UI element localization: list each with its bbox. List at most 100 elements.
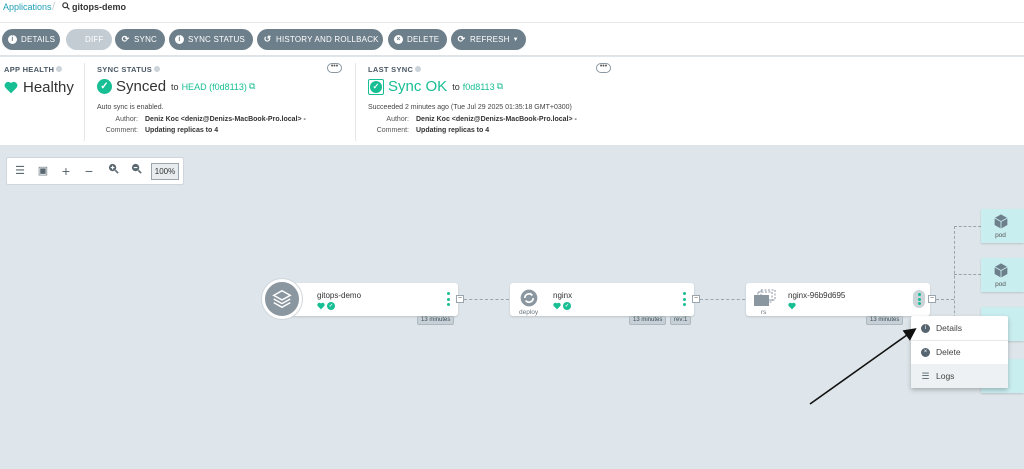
breadcrumb-current: gitops-demo: [62, 2, 126, 12]
app-health-title: APP HEALTH: [4, 65, 63, 74]
diff-button[interactable]: ▤ DIFF: [66, 29, 112, 50]
delete-icon: ×: [921, 347, 930, 357]
menu-item-details[interactable]: i Details: [911, 316, 1008, 340]
collapse-icon[interactable]: −: [81, 163, 97, 179]
status-panels: APP HEALTH Healthy SYNC STATUS ••• ✓ Syn…: [0, 57, 1024, 146]
check-icon: ✓: [563, 302, 571, 310]
graph-edge: [700, 299, 745, 300]
comment-value: Updating replicas to 4: [416, 127, 490, 134]
cube-icon: [994, 214, 1008, 229]
top-bar: Applications / gitops-demo: [0, 0, 1024, 23]
breadcrumb-applications-link[interactable]: Applications: [3, 2, 52, 12]
deploy-node-menu-button[interactable]: [681, 292, 687, 306]
age-badge: 13 minutes: [417, 316, 455, 325]
rs-node-collapse-toggle[interactable]: −: [928, 295, 936, 303]
replicaset-icon: [754, 289, 776, 306]
menu-item-delete[interactable]: × Delete: [911, 340, 1008, 364]
refresh-button[interactable]: ⟳ REFRESH ▼: [451, 29, 526, 50]
sync-status-more-button[interactable]: •••: [327, 63, 342, 73]
expand-icon[interactable]: +: [58, 163, 74, 179]
deploy-node-collapse-toggle[interactable]: −: [692, 295, 700, 303]
sync-icon: [520, 289, 538, 307]
app-toolbar: i DETAILS ▤ DIFF ⟳ SYNC i SYNC STATUS ↺ HISTO…: [0, 23, 1024, 56]
graph-edge: [954, 274, 981, 275]
last-sync-revision-link[interactable]: f0d8113: [463, 82, 495, 92]
info-icon: i: [8, 35, 17, 44]
graph-edge: [464, 299, 509, 300]
pod-kind-label: pod: [995, 281, 1006, 288]
info-icon: i: [921, 323, 930, 333]
zoom-in-icon[interactable]: [105, 163, 121, 179]
chevron-down-icon: ▼: [512, 36, 519, 43]
fit-view-icon[interactable]: ▣: [35, 163, 51, 179]
search-icon: [62, 2, 70, 10]
rs-node-menu-button[interactable]: [913, 290, 925, 308]
app-node-collapse-toggle[interactable]: −: [456, 295, 464, 303]
sync-status-button[interactable]: i SYNC STATUS: [169, 29, 253, 50]
check-icon: ✓: [327, 302, 335, 310]
deploy-node[interactable]: deploy nginx ✓: [510, 283, 694, 316]
help-icon: [415, 66, 422, 72]
app-node[interactable]: gitops-demo ✓: [284, 283, 458, 316]
zoom-level[interactable]: 100%: [151, 163, 179, 180]
sync-status-panel: SYNC STATUS ••• ✓ Synced to HEAD (f0d811…: [85, 57, 355, 146]
info-icon: i: [175, 35, 184, 44]
refresh-button-label: REFRESH: [470, 35, 510, 44]
sync-status-value: ✓ Synced to HEAD (f0d8113) ⧉: [97, 78, 255, 95]
rs-kind-label: rs: [761, 309, 767, 316]
history-rollback-button[interactable]: ↺ HISTORY AND ROLLBACK: [257, 29, 383, 50]
sync-button[interactable]: ⟳ SYNC: [115, 29, 165, 50]
menu-item-logs[interactable]: ☰ Logs: [911, 364, 1008, 388]
refresh-icon: ⟳: [457, 34, 466, 44]
app-node-status: ✓: [317, 302, 335, 310]
pod-node[interactable]: pod: [981, 209, 1024, 243]
history-button-label: HISTORY AND ROLLBACK: [276, 35, 379, 44]
comment-label: Comment:: [105, 127, 138, 134]
sync-revision-link[interactable]: HEAD (f0d8113): [182, 82, 247, 92]
revision-badge: rev:1: [670, 316, 692, 325]
comment-value: Updating replicas to 4: [145, 127, 219, 134]
heart-icon: [4, 81, 18, 94]
deploy-node-status: ✓: [553, 302, 571, 310]
age-badge: 13 minutes: [866, 316, 904, 325]
graph-toolbar: ☰ ▣ + − 100%: [6, 157, 184, 185]
deploy-kind-label: deploy: [519, 309, 539, 316]
last-sync-value: ✓ Sync OK to f0d8113 ⧉: [368, 78, 503, 95]
app-node-name: gitops-demo: [317, 291, 362, 300]
check-icon: ✓: [368, 78, 384, 95]
file-icon: ▤: [72, 34, 81, 44]
zoom-out-icon[interactable]: [128, 163, 144, 179]
delete-button[interactable]: × DELETE: [388, 29, 447, 50]
layers-icon: [272, 289, 292, 309]
details-button[interactable]: i DETAILS: [2, 29, 60, 50]
logs-icon: ☰: [921, 370, 930, 381]
replicaset-node[interactable]: rs nginx-96b9d695: [746, 283, 930, 316]
history-icon: ↺: [263, 34, 272, 44]
heart-icon: [788, 302, 796, 310]
pod-node[interactable]: pod: [981, 258, 1024, 292]
diff-button-label: DIFF: [85, 35, 104, 44]
graph-edge: [954, 226, 981, 227]
heart-icon: [553, 302, 561, 310]
app-health-panel: APP HEALTH Healthy: [0, 57, 84, 146]
external-link-icon[interactable]: ⧉: [249, 81, 255, 92]
breadcrumb-current-label: gitops-demo: [72, 2, 126, 12]
author-label: Author:: [386, 116, 409, 123]
details-button-label: DETAILS: [21, 35, 56, 44]
breadcrumb-separator: /: [52, 1, 56, 13]
node-context-menu: i Details × Delete ☰ Logs: [911, 316, 1008, 388]
external-link-icon[interactable]: ⧉: [497, 81, 503, 92]
help-icon: [56, 66, 63, 72]
sync-status-title: SYNC STATUS: [97, 65, 161, 74]
last-sync-panel: LAST SYNC ••• ✓ Sync OK to f0d8113 ⧉ Suc…: [356, 57, 624, 146]
author-value: Deniz Koc <deniz@Denizs-MacBook-Pro.loca…: [145, 116, 306, 123]
help-icon: [154, 66, 161, 72]
tree-view-icon[interactable]: ☰: [12, 163, 28, 179]
sync-button-label: SYNC: [134, 35, 158, 44]
app-node-icon: [262, 279, 302, 319]
author-value: Deniz Koc <deniz@Denizs-MacBook-Pro.loca…: [416, 116, 577, 123]
auto-sync-text: Auto sync is enabled.: [97, 104, 164, 111]
deploy-node-name: nginx: [553, 291, 573, 300]
last-sync-more-button[interactable]: •••: [596, 63, 611, 73]
app-node-menu-button[interactable]: [445, 292, 451, 306]
